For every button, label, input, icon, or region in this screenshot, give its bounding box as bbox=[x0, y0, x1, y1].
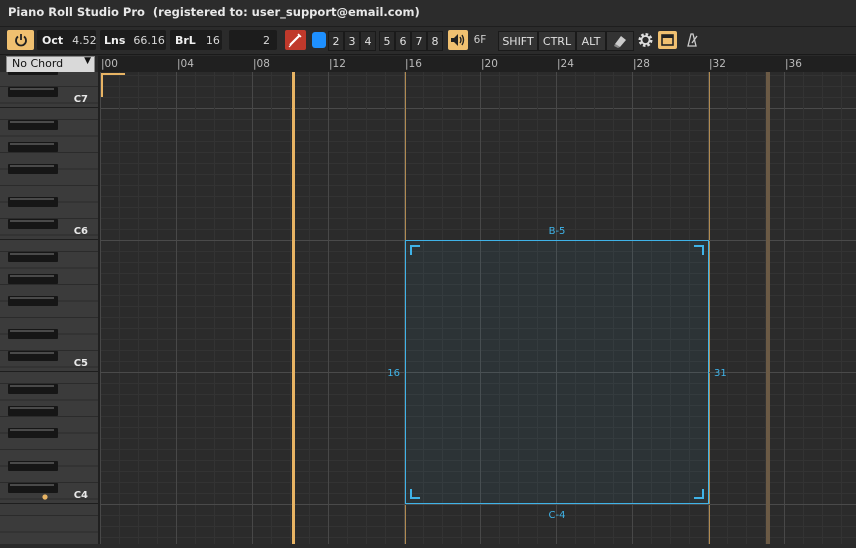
key-label: C6 bbox=[74, 226, 88, 237]
power-button[interactable] bbox=[7, 30, 34, 50]
ruler-tick: |00 bbox=[101, 58, 118, 70]
key-label: C7 bbox=[74, 94, 88, 105]
middle-c-marker bbox=[42, 494, 48, 500]
layer-7-button[interactable]: 7 bbox=[411, 31, 427, 51]
metronome-button[interactable] bbox=[683, 31, 701, 49]
layer-4-button[interactable]: 4 bbox=[360, 31, 376, 51]
settings-button[interactable] bbox=[636, 31, 655, 49]
octave-value: 4.52 bbox=[72, 33, 97, 47]
layer-8-button[interactable]: 8 bbox=[427, 31, 443, 51]
power-icon bbox=[14, 34, 27, 47]
black-key[interactable] bbox=[8, 72, 58, 75]
selection-start-step: 16 bbox=[387, 368, 400, 379]
title-bar: Piano Roll Studio Pro (registered to: us… bbox=[0, 0, 856, 27]
key-label: C5 bbox=[74, 358, 88, 369]
bar-length-label: BrL bbox=[175, 33, 196, 47]
bar-length-value: 16 bbox=[205, 33, 220, 47]
chord-select-value: No Chord bbox=[12, 57, 64, 70]
pencil-icon bbox=[288, 33, 302, 48]
layer-6-button[interactable]: 6 bbox=[395, 31, 411, 51]
loop-end-marker[interactable] bbox=[766, 72, 770, 544]
ctrl-button[interactable]: CTRL bbox=[538, 31, 576, 51]
ruler-tick: |04 bbox=[177, 58, 194, 70]
chevron-down-icon: ▼ bbox=[84, 56, 91, 66]
volume-button[interactable] bbox=[448, 30, 468, 50]
shift-button[interactable]: SHIFT bbox=[498, 31, 538, 51]
ruler-tick: |20 bbox=[481, 58, 498, 70]
volume-label: 6F bbox=[473, 34, 487, 46]
note-grid[interactable]: B-5 C-4 16 31 bbox=[100, 72, 856, 544]
ruler-tick: |36 bbox=[785, 58, 802, 70]
metronome-icon bbox=[687, 33, 698, 47]
ruler-tick: |28 bbox=[633, 58, 650, 70]
octave-field[interactable]: Oct 4.52 bbox=[37, 30, 97, 50]
piano-keyboard[interactable]: C7 C6 C5 C4 bbox=[0, 72, 100, 544]
ruler-tick: |08 bbox=[253, 58, 270, 70]
step-field[interactable]: 2 bbox=[229, 30, 277, 50]
layer-2-button[interactable]: 2 bbox=[328, 31, 344, 51]
timeline-ruler[interactable]: |00 |04 |08 |12 |16 |20 |24 |28 |32 |36 bbox=[98, 56, 856, 73]
bar-length-field[interactable]: BrL 16 bbox=[170, 30, 222, 50]
ruler-tick: |12 bbox=[329, 58, 346, 70]
selection-box[interactable] bbox=[405, 240, 709, 504]
alt-button[interactable]: ALT bbox=[576, 31, 606, 51]
step-value: 2 bbox=[263, 33, 270, 47]
eraser-icon bbox=[614, 36, 626, 48]
ruler-tick: |16 bbox=[405, 58, 422, 70]
gear-icon bbox=[638, 33, 653, 47]
window-mode-button[interactable] bbox=[658, 31, 677, 49]
lines-value: 66.16 bbox=[133, 33, 165, 47]
lines-field[interactable]: Lns 66.16 bbox=[100, 30, 166, 50]
window-title: Piano Roll Studio Pro (registered to: us… bbox=[8, 5, 420, 19]
selection-end-step: 31 bbox=[714, 368, 727, 379]
octave-label: Oct bbox=[42, 33, 64, 47]
layer-3-button[interactable]: 3 bbox=[344, 31, 360, 51]
draw-tool-button[interactable] bbox=[285, 30, 306, 50]
toolbar: Oct 4.52 Lns 66.16 BrL 16 2 2 3 4 5 6 7 … bbox=[0, 27, 856, 55]
eraser-tool-button[interactable] bbox=[606, 31, 634, 51]
key-label: C4 bbox=[74, 490, 88, 501]
layer-1-button[interactable] bbox=[312, 32, 326, 48]
ruler-tick: |24 bbox=[557, 58, 574, 70]
selection-top-note: B-5 bbox=[549, 226, 566, 237]
speaker-icon bbox=[451, 34, 465, 46]
selection-bottom-note: C-4 bbox=[549, 510, 566, 521]
lines-label: Lns bbox=[104, 33, 126, 47]
layer-5-button[interactable]: 5 bbox=[379, 31, 395, 51]
note-grid-canvas[interactable]: B-5 C-4 16 31 bbox=[100, 72, 856, 544]
window-icon bbox=[661, 34, 674, 46]
ruler-tick: |32 bbox=[709, 58, 726, 70]
chord-select[interactable]: No Chord ▼ bbox=[6, 56, 95, 73]
playhead-marker[interactable] bbox=[292, 72, 295, 544]
volume-value: 6F bbox=[469, 30, 491, 50]
piano-keys[interactable]: C7 C6 C5 C4 bbox=[0, 72, 98, 544]
